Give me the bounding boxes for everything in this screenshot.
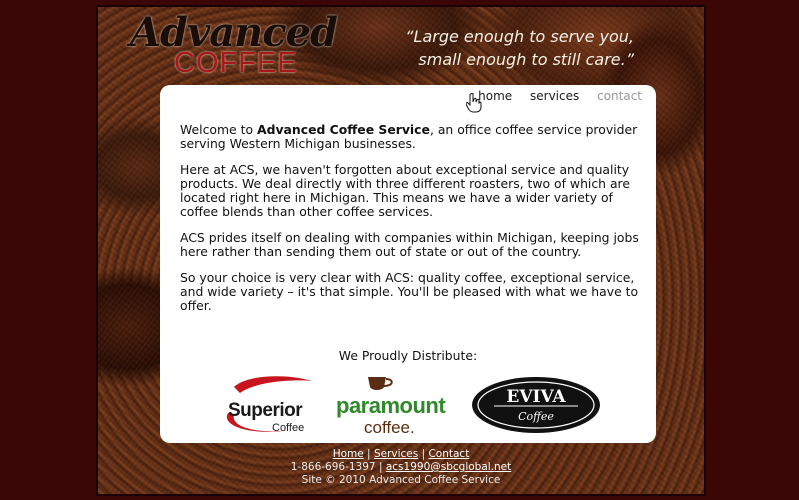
footer-link-services[interactable]: Services [374,448,418,460]
main-text: Welcome to Advanced Coffee Service, an o… [180,123,640,325]
paramount-name: paramount [336,393,446,418]
brand-logos: Superior Coffee paramount coffee. EVIVA … [226,376,600,437]
superior-name: Superior [228,400,303,421]
tagline: “Large enough to serve you, small enough… [384,25,634,71]
distribute-heading: We Proudly Distribute: [338,348,478,363]
content-panel: home services contact Welcome to Advance… [160,85,656,443]
footer: Home | Services | Contact 1-866-696-1397… [98,448,704,487]
footer-phone: 1-866-696-1397 [290,461,376,473]
eviva-coffee-logo[interactable]: EVIVA Coffee [472,377,600,433]
footer-email-link[interactable]: acs1990@sbcglobal.net [386,461,511,473]
nav-contact[interactable]: contact [597,89,642,103]
paramount-coffee-logo[interactable]: paramount coffee. [336,377,447,437]
page-frame: Advanced COFFEE “Large enough to serve y… [96,5,706,496]
footer-copyright: Site © 2010 Advanced Coffee Service [301,474,501,486]
roasters-paragraph: Here at ACS, we haven't forgotten about … [180,162,631,219]
company-name: Advanced Coffee Service [257,122,430,137]
choice-paragraph: So your choice is very clear with ACS: q… [180,270,639,313]
nav-home[interactable]: home [478,89,512,103]
footer-link-home[interactable]: Home [333,448,364,460]
superior-sub: Coffee [272,422,304,434]
paramount-sub: coffee. [364,418,415,437]
footer-separator: | [367,448,371,460]
michigan-paragraph: ACS prides itself on dealing with compan… [180,230,639,259]
eviva-sub: Coffee [518,410,554,423]
logo-word-coffee: COFFEE [174,47,298,79]
tagline-line-2: small enough to still care.” [418,50,634,69]
footer-links: Home | Services | Contact [98,448,704,461]
tagline-line-1: “Large enough to serve you, [405,27,634,46]
hand-cursor-icon [466,93,482,113]
intro-paragraph: Welcome to Advanced Coffee Service, an o… [180,123,640,151]
footer-separator: | [378,461,383,473]
footer-contact-line: 1-866-696-1397 | acs1990@sbcglobal.net [98,461,704,474]
top-nav: home services contact [464,89,642,103]
eviva-name: EVIVA [506,387,566,407]
footer-link-contact[interactable]: Contact [428,448,469,460]
superior-coffee-logo[interactable]: Superior Coffee [226,376,312,434]
nav-services[interactable]: services [530,89,579,103]
intro-prefix: Welcome to [180,122,257,137]
site-logo[interactable]: Advanced COFFEE [130,9,340,79]
footer-separator: | [421,448,426,460]
